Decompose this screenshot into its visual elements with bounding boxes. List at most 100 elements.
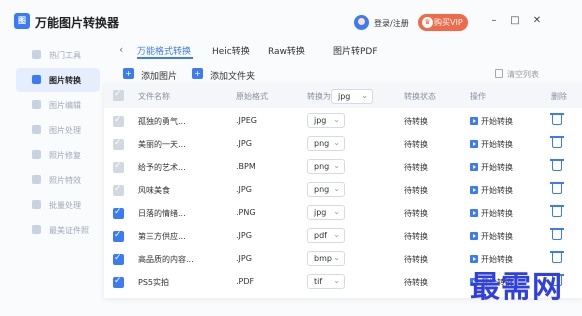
convert-status: 待转换 (404, 278, 428, 287)
select-all-checkbox[interactable] (113, 89, 124, 101)
start-convert-button[interactable]: 开始转换 (470, 185, 513, 196)
tab-universal-format[interactable]: 万能格式转换 (137, 44, 191, 57)
convert-status: 待转换 (404, 140, 428, 149)
user-avatar-icon[interactable] (354, 15, 369, 30)
target-format-select[interactable]: pdf ⌄ (307, 228, 345, 243)
sidebar-item-hot-tools[interactable]: 热门工具 (16, 43, 100, 67)
trash-icon[interactable] (550, 205, 564, 217)
start-convert-button[interactable]: 开始转换 (470, 162, 513, 173)
play-icon (470, 186, 478, 194)
batch-icon (32, 200, 41, 209)
start-convert-button[interactable]: 开始转换 (470, 116, 513, 127)
sidebar-item-batch[interactable]: 批量处理 (16, 193, 100, 217)
title-bar: 图 万能图片转换器 登录/注册 ♛ 购买VIP – □ ✕ (0, 0, 582, 40)
target-format-value: jpg (314, 208, 327, 217)
sidebar-item-photo-effect[interactable]: 照片特效 (16, 168, 100, 192)
original-format: .JPG (236, 231, 252, 240)
sidebar-item-image-convert[interactable]: 图片转换 (16, 68, 100, 92)
app-window: 图 万能图片转换器 登录/注册 ♛ 购买VIP – □ ✕ 热门工具 图片转换 … (0, 0, 582, 316)
sidebar-item-photo-repair[interactable]: 照片修复 (16, 143, 100, 167)
header-operation: 操作 (470, 92, 486, 101)
target-format-value: jpg (314, 116, 327, 125)
row-checkbox[interactable] (113, 230, 124, 242)
target-format-select[interactable]: png ⌄ (307, 182, 345, 197)
target-format-select[interactable]: png ⌄ (307, 136, 345, 151)
sidebar-item-label: 图片处理 (49, 126, 81, 135)
chevron-down-icon: ⌄ (333, 138, 340, 147)
minimize-button[interactable]: – (488, 15, 500, 27)
play-icon (470, 209, 478, 217)
chevron-down-icon: ⌄ (361, 91, 368, 100)
original-format: .BPM (236, 162, 256, 171)
header-convert-to: 转换为 (307, 92, 331, 101)
back-chevron-icon[interactable]: ‹ (119, 43, 123, 56)
row-checkbox[interactable] (113, 184, 124, 196)
start-convert-button[interactable]: 开始转换 (470, 139, 513, 150)
trash-icon[interactable] (550, 113, 564, 125)
site-watermark: 最需网 (470, 270, 563, 305)
sidebar-item-id-photo[interactable]: 最美证件照 (16, 218, 100, 242)
target-format-select[interactable]: jpg ⌄ (307, 205, 345, 220)
close-button[interactable]: ✕ (531, 15, 543, 27)
row-checkbox[interactable] (113, 276, 124, 288)
chevron-down-icon: ⌄ (333, 115, 340, 124)
target-format-select[interactable]: tif ⌄ (307, 274, 345, 289)
header-status: 转换状态 (404, 92, 436, 101)
convert-status: 待转换 (404, 255, 428, 264)
clear-list-button[interactable]: 清空列表 (495, 69, 539, 80)
chevron-down-icon: ⌄ (333, 276, 340, 285)
id-photo-icon (32, 225, 41, 234)
trash-icon[interactable] (550, 159, 564, 171)
fire-icon (32, 50, 41, 59)
chevron-down-icon: ⌄ (333, 253, 340, 262)
login-register-link[interactable]: 登录/注册 (374, 18, 409, 29)
file-name: 孤独的勇气... (138, 117, 186, 126)
file-name: 风味美食 (138, 186, 170, 195)
original-format: .JPG (236, 139, 252, 148)
header-original-format: 原始格式 (236, 92, 268, 101)
original-format: .JPEG (236, 116, 257, 125)
trash-icon[interactable] (550, 228, 564, 240)
table-row: 风味美食 .JPG png⌄ 待转换 开始转换 (104, 179, 582, 202)
sidebar-item-image-edit[interactable]: 图片编辑 (16, 93, 100, 117)
play-icon (470, 117, 478, 125)
row-checkbox[interactable] (113, 138, 124, 150)
row-checkbox[interactable] (113, 253, 124, 265)
target-format-select[interactable]: jpg ⌄ (307, 113, 345, 128)
tab-heic[interactable]: Heic转换 (212, 44, 250, 57)
row-checkbox[interactable] (113, 207, 124, 219)
sidebar-item-label: 批量处理 (49, 201, 81, 210)
add-image-icon: + (123, 68, 134, 79)
photo-repair-icon (32, 150, 41, 159)
sidebar-item-label: 照片修复 (49, 151, 81, 160)
table-row: 第三方供应... .JPG pdf ⌄ 待转换 开始转换 (104, 225, 582, 248)
app-logo-icon: 图 (14, 13, 30, 29)
table-row: 孤独的勇气... .JPEG jpg ⌄ 待转换 开始转换 (104, 110, 582, 133)
target-format-value: png (314, 139, 330, 148)
convert-status: 待转换 (404, 163, 428, 172)
file-name: 高品质的内容... (138, 255, 194, 264)
table-row: 给予的艺术... .BPM png⌄ 待转换 开始转换 (104, 156, 582, 179)
target-format-select[interactable]: png ⌄ (307, 159, 345, 174)
trash-icon[interactable] (550, 182, 564, 194)
buy-vip-button[interactable]: ♛ 购买VIP (418, 14, 468, 31)
app-title: 万能图片转换器 (35, 16, 120, 30)
start-convert-button[interactable]: 开始转换 (470, 231, 513, 242)
file-name: 美丽的一天... (138, 140, 186, 149)
sidebar-item-image-process[interactable]: 图片处理 (16, 118, 100, 142)
maximize-button[interactable]: □ (509, 15, 521, 27)
target-format-value: png (314, 162, 330, 171)
start-convert-button[interactable]: 开始转换 (470, 208, 513, 219)
chevron-down-icon: ⌄ (333, 184, 340, 193)
header-delete: 删除 (551, 92, 567, 101)
row-checkbox[interactable] (113, 161, 124, 173)
global-format-select[interactable]: jpg ⌄ (331, 89, 373, 104)
folder-icon: + (192, 68, 203, 79)
start-convert-label: 开始转换 (481, 186, 513, 195)
table-row: 日落的情绪... .PNG jpg ⌄ 待转换 开始转换 (104, 202, 582, 225)
trash-icon[interactable] (550, 136, 564, 148)
tab-raw[interactable]: Raw转换 (268, 44, 305, 57)
target-format-select[interactable]: bmp ⌄ (307, 251, 345, 266)
row-checkbox[interactable] (113, 115, 124, 127)
tab-image-to-pdf[interactable]: 图片转PDF (333, 44, 378, 57)
